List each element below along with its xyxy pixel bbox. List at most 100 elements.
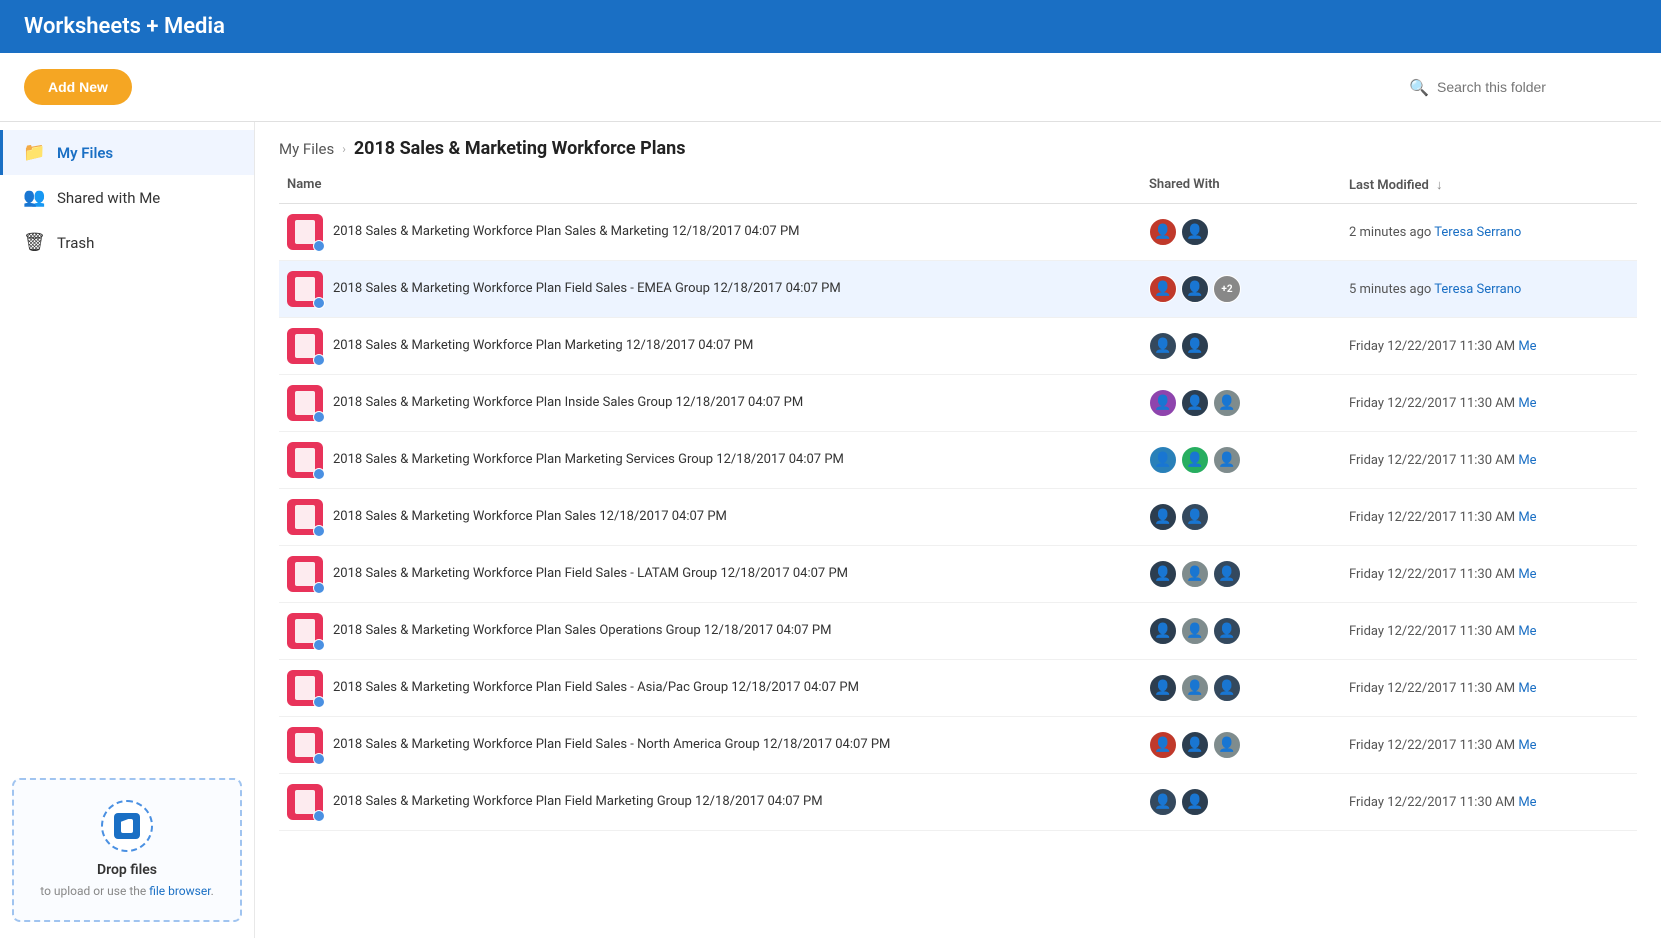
file-badge — [313, 639, 325, 651]
shared-with-cell: 👤👤 — [1149, 503, 1349, 531]
file-badge — [313, 297, 325, 309]
file-cell: 2018 Sales & Marketing Workforce Plan Sa… — [287, 613, 1149, 649]
modified-cell: Friday 12/22/2017 11:30 AM Me — [1349, 624, 1629, 639]
file-name: 2018 Sales & Marketing Workforce Plan Sa… — [333, 622, 831, 640]
avatar: 👤 — [1213, 617, 1241, 645]
file-name: 2018 Sales & Marketing Workforce Plan Fi… — [333, 565, 848, 583]
table-row[interactable]: 2018 Sales & Marketing Workforce Plan Ma… — [279, 432, 1637, 489]
file-cell: 2018 Sales & Marketing Workforce Plan Ma… — [287, 442, 1149, 478]
file-icon — [287, 556, 323, 592]
file-icon — [287, 271, 323, 307]
table-row[interactable]: 2018 Sales & Marketing Workforce Plan Sa… — [279, 603, 1637, 660]
avatar: 👤 — [1149, 446, 1177, 474]
modified-author: Me — [1518, 795, 1536, 810]
file-table: Name Shared With Last Modified ↓ 2018 Sa… — [255, 167, 1661, 938]
file-cell: 2018 Sales & Marketing Workforce Plan Fi… — [287, 670, 1149, 706]
table-row[interactable]: 2018 Sales & Marketing Workforce Plan In… — [279, 375, 1637, 432]
table-row[interactable]: 2018 Sales & Marketing Workforce Plan Fi… — [279, 546, 1637, 603]
table-row[interactable]: 2018 Sales & Marketing Workforce Plan Fi… — [279, 717, 1637, 774]
avatar: 👤 — [1149, 788, 1177, 816]
sidebar-item-trash[interactable]: 🗑 Trash — [0, 220, 254, 265]
avatar: 👤 — [1149, 731, 1177, 759]
avatar: 👤 — [1213, 446, 1241, 474]
avatar: 👤 — [1181, 218, 1209, 246]
extra-avatar-count: +2 — [1213, 275, 1241, 303]
table-row[interactable]: 2018 Sales & Marketing Workforce Plan Sa… — [279, 489, 1637, 546]
avatar: 👤 — [1181, 731, 1209, 759]
sidebar-item-label: My Files — [57, 144, 113, 162]
file-cell: 2018 Sales & Marketing Workforce Plan Fi… — [287, 556, 1149, 592]
sidebar-item-shared-with-me[interactable]: 👥 Shared with Me — [0, 175, 254, 220]
file-icon — [287, 442, 323, 478]
modified-author: Me — [1518, 681, 1536, 696]
modified-author: Me — [1518, 567, 1536, 582]
search-input[interactable] — [1437, 79, 1637, 95]
table-row[interactable]: 2018 Sales & Marketing Workforce Plan Fi… — [279, 774, 1637, 831]
avatar: 👤 — [1149, 275, 1177, 303]
modified-cell: 2 minutes ago Teresa Serrano — [1349, 225, 1629, 240]
folder-icon: 📁 — [23, 142, 45, 163]
shared-with-cell: 👤👤 — [1149, 218, 1349, 246]
modified-author: Me — [1518, 396, 1536, 411]
file-browser-link[interactable]: file browser — [149, 884, 210, 898]
avatar: 👤 — [1181, 446, 1209, 474]
avatar: 👤 — [1213, 674, 1241, 702]
modified-author: Me — [1518, 738, 1536, 753]
trash-icon: 🗑 — [23, 232, 45, 253]
shared-with-cell: 👤👤👤 — [1149, 560, 1349, 588]
table-row[interactable]: 2018 Sales & Marketing Workforce Plan Fi… — [279, 660, 1637, 717]
add-new-button[interactable]: Add New — [24, 69, 132, 105]
shared-with-cell: 👤👤👤 — [1149, 389, 1349, 417]
avatar: 👤 — [1149, 389, 1177, 417]
modified-author: Me — [1518, 339, 1536, 354]
modified-author: Teresa Serrano — [1434, 282, 1521, 297]
search-icon: 🔍 — [1409, 78, 1429, 97]
main-layout: 📁 My Files 👥 Shared with Me 🗑 Trash Drop… — [0, 122, 1661, 938]
sidebar-item-label: Shared with Me — [57, 189, 160, 207]
avatar: 👤 — [1149, 674, 1177, 702]
modified-author: Me — [1518, 453, 1536, 468]
modified-time: Friday 12/22/2017 11:30 AM — [1349, 510, 1518, 525]
file-cell: 2018 Sales & Marketing Workforce Plan Ma… — [287, 328, 1149, 364]
modified-cell: Friday 12/22/2017 11:30 AM Me — [1349, 738, 1629, 753]
modified-cell: Friday 12/22/2017 11:30 AM Me — [1349, 681, 1629, 696]
modified-author: Me — [1518, 624, 1536, 639]
file-cell: 2018 Sales & Marketing Workforce Plan Fi… — [287, 271, 1149, 307]
modified-author: Teresa Serrano — [1434, 225, 1521, 240]
file-name: 2018 Sales & Marketing Workforce Plan Fi… — [333, 679, 859, 697]
file-name: 2018 Sales & Marketing Workforce Plan Sa… — [333, 223, 800, 241]
table-row[interactable]: 2018 Sales & Marketing Workforce Plan Sa… — [279, 204, 1637, 261]
avatar: 👤 — [1149, 617, 1177, 645]
table-row[interactable]: 2018 Sales & Marketing Workforce Plan Ma… — [279, 318, 1637, 375]
breadcrumb-parent[interactable]: My Files — [279, 140, 334, 158]
modified-time: Friday 12/22/2017 11:30 AM — [1349, 453, 1518, 468]
col-last-modified: Last Modified ↓ — [1349, 177, 1629, 193]
drop-icon — [101, 800, 153, 852]
table-row[interactable]: 2018 Sales & Marketing Workforce Plan Fi… — [279, 261, 1637, 318]
breadcrumb: My Files › 2018 Sales & Marketing Workfo… — [255, 122, 1661, 167]
file-cell: 2018 Sales & Marketing Workforce Plan Fi… — [287, 727, 1149, 763]
breadcrumb-current: 2018 Sales & Marketing Workforce Plans — [354, 138, 686, 159]
file-badge — [313, 411, 325, 423]
modified-cell: Friday 12/22/2017 11:30 AM Me — [1349, 396, 1629, 411]
sort-arrow: ↓ — [1436, 178, 1443, 193]
avatar: 👤 — [1181, 674, 1209, 702]
search-bar: 🔍 — [1409, 78, 1637, 97]
drop-zone[interactable]: Drop files to upload or use the file bro… — [12, 778, 242, 922]
avatar: 👤 — [1181, 332, 1209, 360]
drop-title: Drop files — [97, 862, 157, 878]
content-area: My Files › 2018 Sales & Marketing Workfo… — [255, 122, 1661, 938]
modified-cell: Friday 12/22/2017 11:30 AM Me — [1349, 567, 1629, 582]
file-badge — [313, 696, 325, 708]
modified-time: Friday 12/22/2017 11:30 AM — [1349, 624, 1518, 639]
file-icon — [287, 328, 323, 364]
toolbar: Add New 🔍 — [0, 53, 1661, 122]
sidebar-item-my-files[interactable]: 📁 My Files — [0, 130, 254, 175]
file-name: 2018 Sales & Marketing Workforce Plan Ma… — [333, 451, 844, 469]
avatar: 👤 — [1213, 560, 1241, 588]
file-icon — [287, 670, 323, 706]
modified-time: Friday 12/22/2017 11:30 AM — [1349, 567, 1518, 582]
avatar: 👤 — [1213, 389, 1241, 417]
shared-with-cell: 👤👤👤 — [1149, 731, 1349, 759]
file-name: 2018 Sales & Marketing Workforce Plan Ma… — [333, 337, 753, 355]
